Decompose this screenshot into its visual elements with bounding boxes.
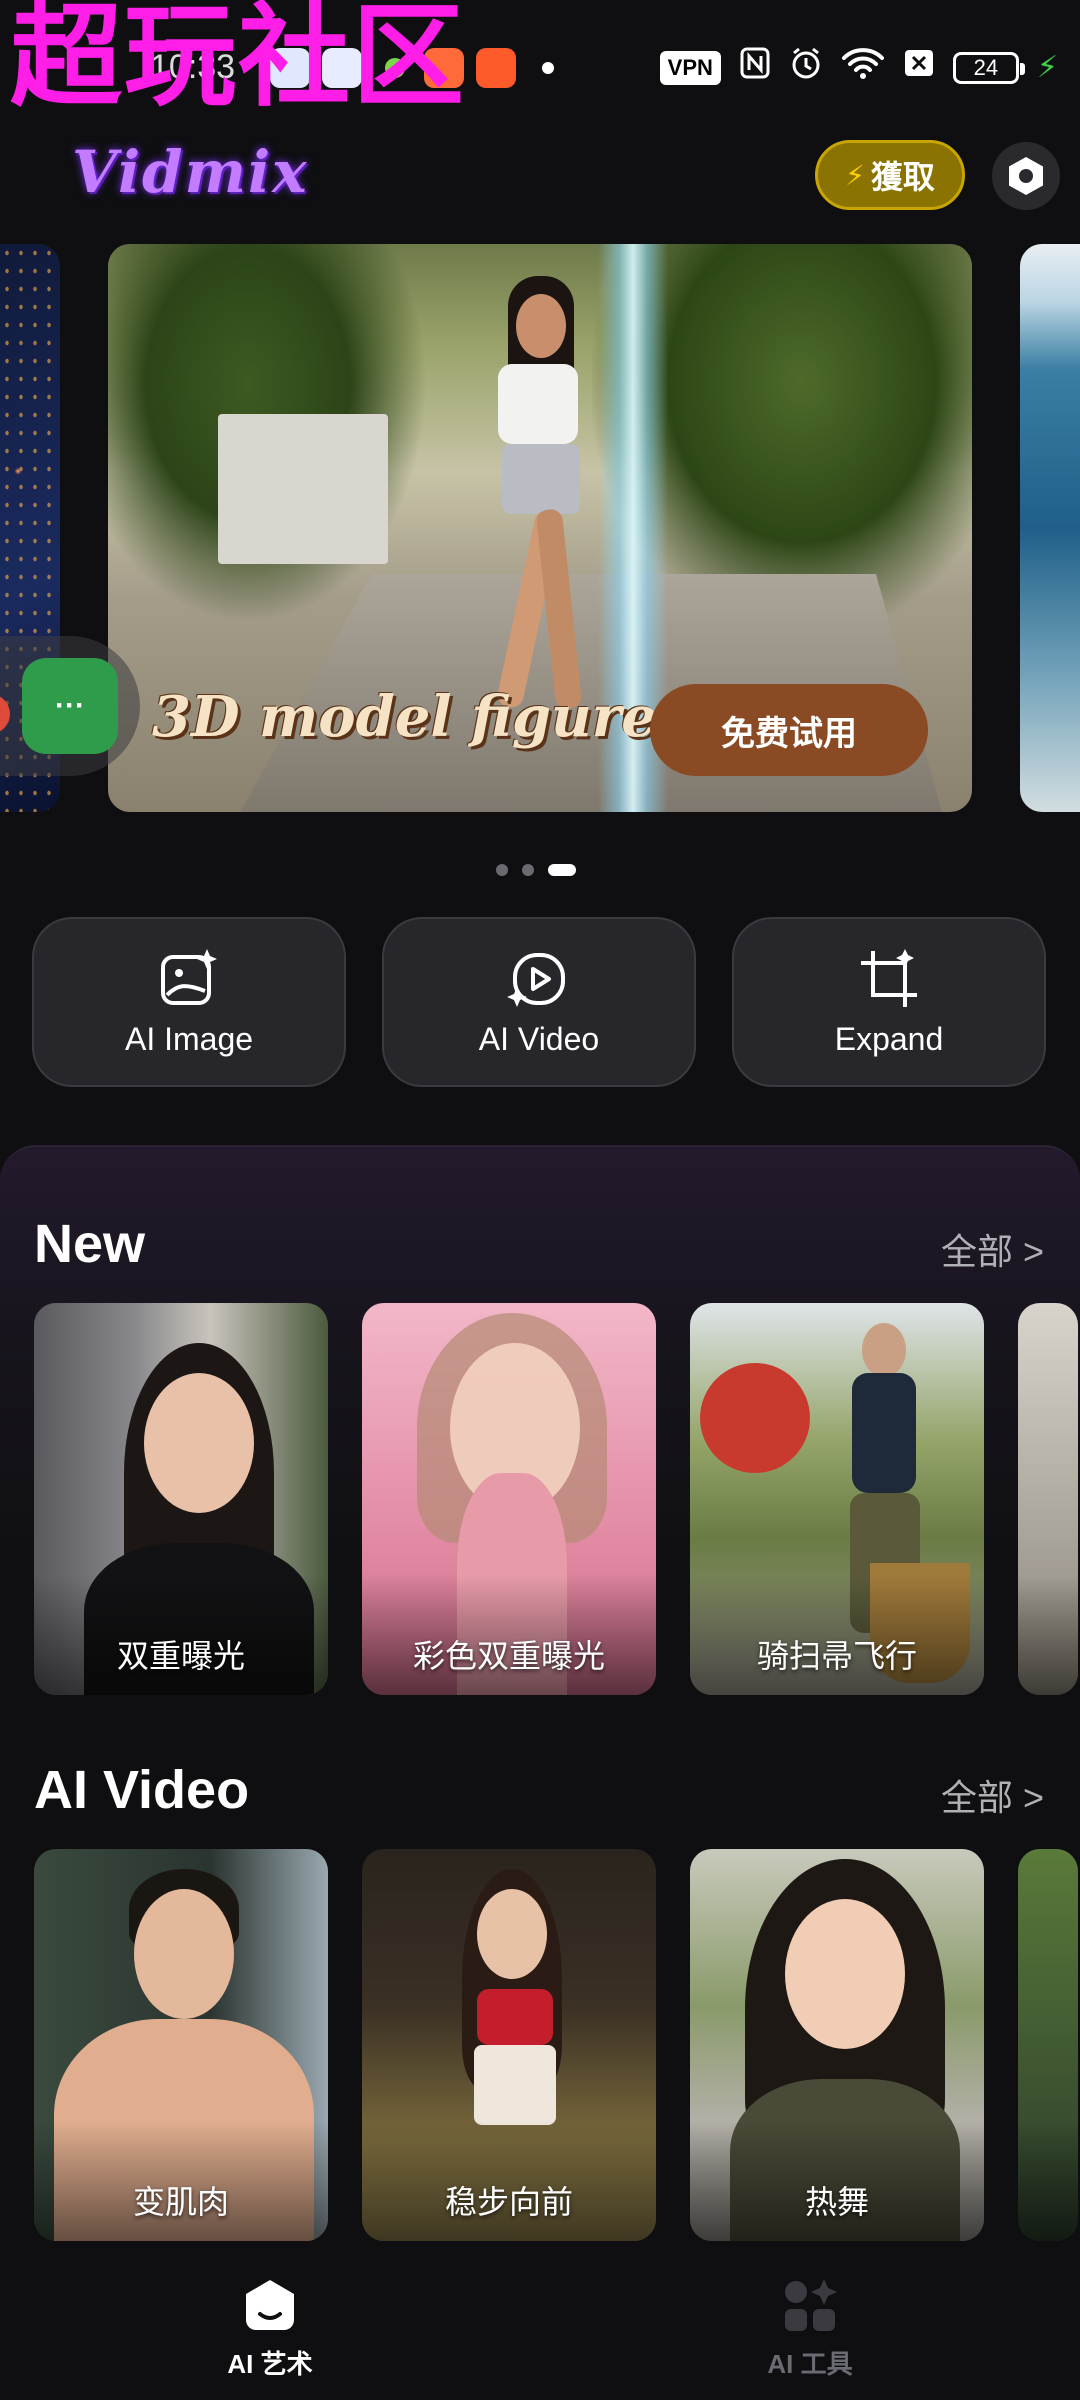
template-label: 稳步向前 [444, 2184, 573, 2220]
ai-video-icon [507, 952, 565, 1007]
sim-off-icon [903, 48, 935, 87]
alarm-icon [789, 46, 823, 89]
free-trial-button[interactable]: 免费试用 [650, 684, 928, 776]
see-all-ai-video-link[interactable]: 全部 > [941, 1769, 1044, 1821]
template-card-peek[interactable] [1018, 1849, 1078, 2241]
settings-button[interactable] [992, 142, 1060, 210]
new-cards-row: 双重曝光 彩色双重曝光 骑扫帚飞行 [34, 1303, 1078, 1695]
ai-image-button[interactable]: AI Image [32, 917, 346, 1087]
carousel-dot-active[interactable] [548, 864, 576, 876]
carousel-banner[interactable]: 3D model figure 免费试用 [108, 244, 972, 812]
carousel-next-slide[interactable] [1020, 244, 1080, 812]
section-title-ai-video: AI Video [34, 1760, 250, 1820]
bottom-navigation: AI 艺术 AI 工具 [0, 2250, 1080, 2400]
notification-app-icon [476, 48, 516, 88]
lightning-icon: ⚡ [845, 159, 865, 191]
expand-button[interactable]: Expand [732, 917, 1046, 1087]
hexagon-settings-icon [1009, 157, 1043, 195]
feature-label: AI Image [124, 1020, 254, 1057]
template-card[interactable]: 变肌肉 [34, 1849, 328, 2241]
carousel-dot[interactable] [522, 864, 534, 876]
app-screen: 10:33 超玩社区 VPN 24 ⚡ Vidmix ⚡ 獲取 3D model… [0, 0, 1080, 2400]
template-label: 变肌肉 [132, 2184, 229, 2220]
ai-video-button[interactable]: AI Video [382, 917, 696, 1087]
banner-image-house [218, 414, 388, 564]
template-card[interactable]: 彩色双重曝光 [362, 1303, 656, 1695]
template-card[interactable]: 热舞 [690, 1849, 984, 2241]
ai-video-cards-row: 变肌肉 稳步向前 热舞 [34, 1849, 1078, 2241]
feature-label: AI Video [478, 1020, 600, 1057]
carousel-dot[interactable] [496, 864, 508, 876]
charging-icon: ⚡ [1036, 51, 1058, 84]
wifi-icon [841, 46, 885, 89]
floating-red-icon [0, 694, 10, 734]
expand-icon [861, 948, 917, 1007]
content-panel: New 全部 > 双重曝光 彩色双重曝光 骑扫帚飞行 AI Video 全部 >… [0, 1145, 1080, 2245]
nfc-icon [739, 46, 771, 89]
template-label: 热舞 [804, 2184, 869, 2220]
more-notifications-icon [542, 62, 554, 74]
obtain-button[interactable]: ⚡ 獲取 [815, 140, 965, 210]
nav-ai-art[interactable]: AI 艺术 [0, 2250, 540, 2400]
status-bar: 10:33 超玩社区 VPN 24 ⚡ [0, 0, 1080, 130]
app-logo: Vidmix [72, 138, 309, 206]
ai-tools-icon [785, 2279, 837, 2331]
template-card[interactable]: 稳步向前 [362, 1849, 656, 2241]
feature-label: Expand [834, 1020, 944, 1057]
template-label: 双重曝光 [116, 1638, 245, 1674]
see-all-new-link[interactable]: 全部 > [941, 1223, 1044, 1275]
nav-ai-tools[interactable]: AI 工具 [540, 2250, 1080, 2400]
ai-art-icon [246, 2280, 294, 2330]
template-card[interactable]: 骑扫帚飞行 [690, 1303, 984, 1695]
battery-level: 24 [973, 54, 999, 80]
floating-assistant[interactable]: ··· [0, 636, 140, 776]
banner-caption: 3D model figure [152, 684, 657, 750]
template-card[interactable]: 双重曝光 [34, 1303, 328, 1695]
obtain-label: 獲取 [870, 159, 935, 195]
nav-label: AI 艺术 [227, 2349, 313, 2379]
more-options-icon[interactable]: ··· [22, 658, 118, 754]
section-title-new: New [34, 1214, 146, 1274]
template-card-peek[interactable] [1018, 1303, 1078, 1695]
template-label: 彩色双重曝光 [412, 1638, 605, 1674]
template-label: 骑扫帚飞行 [756, 1638, 917, 1674]
nav-label: AI 工具 [767, 2349, 853, 2379]
battery-icon: 24 [952, 51, 1025, 84]
ai-image-icon [161, 948, 217, 1005]
carousel-indicator [496, 864, 576, 876]
status-icons: VPN 24 ⚡ [659, 46, 1058, 89]
vpn-icon: VPN [659, 50, 721, 85]
watermark: 超玩社区 [10, 0, 466, 122]
